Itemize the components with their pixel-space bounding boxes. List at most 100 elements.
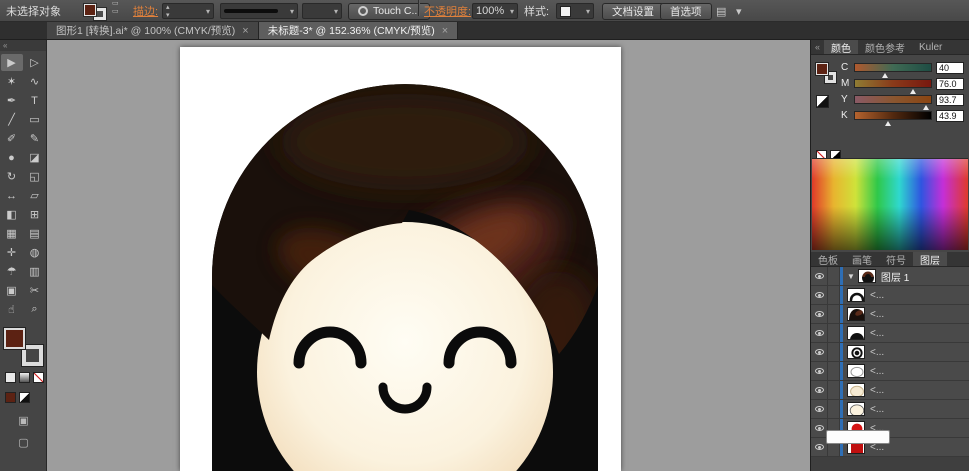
direct-selection-tool[interactable]: ▷ (24, 54, 46, 71)
lock-cell[interactable] (828, 381, 840, 399)
lock-cell[interactable] (828, 305, 840, 323)
layer-name[interactable]: <... (870, 290, 884, 301)
visibility-toggle[interactable] (811, 381, 828, 399)
rectangle-tool[interactable]: ▭ (24, 111, 46, 128)
preferences-button[interactable]: 首选项 (660, 0, 712, 22)
slider-thumb-icon[interactable] (885, 121, 891, 126)
panel-bw-proxy[interactable] (816, 95, 829, 108)
tab-swatches[interactable]: 色板 (811, 252, 845, 266)
canvas-area[interactable] (47, 40, 810, 471)
layer-thumbnail-hair-fringe[interactable] (847, 307, 865, 321)
document-setup-button[interactable]: 文档设置 (602, 0, 664, 22)
paintbrush-tool[interactable]: ✐ (1, 130, 23, 147)
stroke-color-swatch[interactable] (22, 345, 43, 366)
black-value-field[interactable]: 43.9 (936, 110, 964, 122)
yellow-value-field[interactable]: 93.7 (936, 94, 964, 106)
layer-row[interactable]: <... (811, 381, 969, 400)
layer-thumbnail-eye-white[interactable] (847, 364, 865, 378)
screen-mode-icon[interactable]: ▢ (0, 436, 47, 449)
type-tool[interactable]: T (24, 92, 46, 109)
eraser-tool[interactable]: ◪ (24, 149, 46, 166)
black-slider[interactable] (854, 111, 932, 120)
opacity-dropdown[interactable]: 100% ▾ (472, 0, 518, 22)
blob-brush-tool[interactable]: ● (1, 149, 23, 166)
visibility-toggle[interactable] (811, 305, 828, 323)
tools-collapse-icon[interactable]: « (0, 40, 46, 51)
rotate-tool[interactable]: ↻ (1, 168, 23, 185)
layer-name[interactable]: <... (870, 309, 884, 320)
shape-builder-tool[interactable]: ◧ (1, 206, 23, 223)
zoom-tool[interactable]: ⌕ (24, 301, 46, 318)
visibility-toggle[interactable] (811, 343, 828, 361)
stepper-down-icon[interactable]: ▾ (166, 12, 170, 19)
layer-row[interactable]: <... (811, 286, 969, 305)
scale-tool[interactable]: ◱ (24, 168, 46, 185)
cyan-value-field[interactable]: 40 (936, 62, 964, 74)
tab-color-guide[interactable]: 颜色参考 (858, 40, 912, 54)
selection-tool[interactable]: ▶ (1, 54, 23, 71)
layer-thumbnail-head-ring[interactable] (847, 345, 865, 359)
cyan-slider[interactable] (854, 63, 932, 72)
layer-row[interactable]: <... (811, 324, 969, 343)
color-spectrum[interactable] (812, 158, 968, 250)
lock-cell[interactable] (828, 362, 840, 380)
layer-name[interactable]: 图层 1 (881, 269, 909, 284)
none-mode-icon[interactable] (33, 372, 44, 383)
layer-group-row[interactable]: ▼ 图层 1 (811, 267, 969, 286)
layer-name[interactable]: <... (870, 328, 884, 339)
color-mode-icon[interactable] (5, 372, 16, 383)
tab-layers[interactable]: 图层 (913, 252, 947, 266)
layer-thumbnail-mouth-arc[interactable] (847, 288, 865, 302)
panel-fill-swatch[interactable] (816, 63, 828, 75)
fill-color-swatch[interactable] (4, 328, 25, 349)
visibility-toggle[interactable] (811, 267, 828, 285)
tab-brushes[interactable]: 画笔 (845, 252, 879, 266)
fill-swatch[interactable] (84, 4, 96, 16)
tab-color[interactable]: 颜色 (824, 40, 858, 54)
symbol-sprayer-tool[interactable]: ☂ (1, 263, 23, 280)
layer-name[interactable]: <... (870, 385, 884, 396)
mini-fill-swatch[interactable] (5, 392, 16, 403)
pencil-tool[interactable]: ✎ (24, 130, 46, 147)
close-icon[interactable]: × (242, 25, 248, 37)
free-transform-tool[interactable]: ▱ (24, 187, 46, 204)
collapse-panel-icon[interactable]: « (811, 40, 824, 54)
width-profile-dropdown[interactable]: ▾ (302, 0, 342, 22)
layer-thumbnail[interactable] (858, 269, 876, 283)
lock-cell[interactable] (828, 286, 840, 304)
magic-wand-tool[interactable]: ✶ (1, 73, 23, 90)
layer-row[interactable]: <... (811, 362, 969, 381)
expand-triangle-icon[interactable]: ▼ (847, 272, 855, 281)
artboard-tool[interactable]: ▣ (1, 282, 23, 299)
brush-definition-dropdown[interactable]: ▾ (220, 0, 298, 22)
magenta-slider[interactable] (854, 79, 932, 88)
lasso-tool[interactable]: ∿ (24, 73, 46, 90)
slice-tool[interactable]: ✂ (24, 282, 46, 299)
layer-row[interactable]: <... (811, 305, 969, 324)
visibility-toggle[interactable] (811, 362, 828, 380)
width-tool[interactable]: ↔ (1, 187, 23, 204)
close-icon[interactable]: × (442, 25, 448, 37)
artboard[interactable] (180, 47, 621, 471)
yellow-slider[interactable] (854, 95, 932, 104)
document-tab-inactive[interactable]: 图形1 [转换].ai* @ 100% (CMYK/预览) × (47, 22, 259, 39)
control-bar-menu-icon[interactable]: ▾ (736, 0, 742, 22)
mini-bw-swatch[interactable] (19, 392, 30, 403)
tab-symbols[interactable]: 符号 (879, 252, 913, 266)
column-graph-tool[interactable]: ▥ (24, 263, 46, 280)
line-segment-tool[interactable]: ╱ (1, 111, 23, 128)
lock-cell[interactable] (828, 343, 840, 361)
stepper-up-icon[interactable]: ▴ (166, 4, 170, 11)
visibility-toggle[interactable] (811, 286, 828, 304)
layer-thumbnail-face-light[interactable] (847, 383, 865, 397)
magenta-value-field[interactable]: 76.0 (936, 78, 964, 90)
pen-tool[interactable]: ✒ (1, 92, 23, 109)
layer-name[interactable]: <... (870, 347, 884, 358)
lock-cell[interactable] (828, 400, 840, 418)
lock-cell[interactable] (828, 267, 840, 285)
layer-name[interactable]: <... (870, 404, 884, 415)
perspective-grid-tool[interactable]: ⊞ (24, 206, 46, 223)
tab-kuler[interactable]: Kuler (912, 40, 949, 54)
visibility-toggle[interactable] (811, 400, 828, 418)
blend-tool[interactable]: ◍ (24, 244, 46, 261)
